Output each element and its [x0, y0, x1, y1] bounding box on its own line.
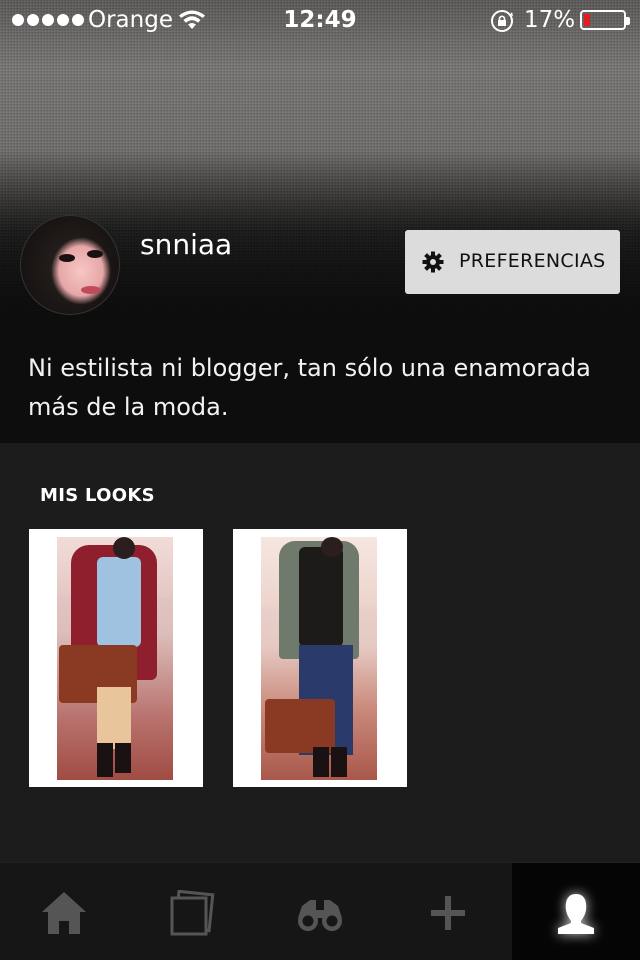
rotation-lock-icon	[491, 10, 513, 32]
looks-section-title: MIS LOOKS	[40, 485, 155, 506]
look-photo	[57, 537, 173, 780]
tab-profile[interactable]	[512, 863, 640, 960]
profile-bio: Ni estilista ni blogger, tan sólo una en…	[0, 335, 640, 443]
tab-looks[interactable]	[128, 863, 256, 960]
username: snniaa	[140, 228, 233, 261]
look-card[interactable]	[29, 529, 203, 787]
gear-icon	[422, 251, 444, 273]
avatar-lips	[81, 286, 101, 294]
plus-icon	[431, 896, 465, 930]
binoculars-icon	[298, 900, 342, 931]
preferences-button[interactable]: PREFERENCIAS	[405, 230, 620, 294]
battery-icon	[580, 10, 630, 30]
battery-percent: 17%	[524, 7, 576, 33]
cards-icon	[170, 890, 215, 936]
status-bar: Orange 12:49 17%	[0, 0, 640, 40]
look-photo	[261, 537, 377, 780]
tab-add[interactable]	[384, 863, 512, 960]
look-card[interactable]	[233, 529, 407, 787]
tab-home[interactable]	[0, 863, 128, 960]
preferences-button-label: PREFERENCIAS	[459, 250, 606, 272]
user-icon	[558, 894, 594, 934]
tab-bar	[0, 862, 640, 960]
avatar-eye	[59, 254, 75, 262]
battery-fill	[584, 14, 590, 26]
tab-explore[interactable]	[256, 863, 384, 960]
profile-screen: Orange 12:49 17% snniaa PREFERENCIAS Ni …	[0, 0, 640, 960]
avatar-eye	[87, 250, 103, 258]
home-icon	[42, 892, 86, 934]
avatar[interactable]	[20, 215, 120, 315]
